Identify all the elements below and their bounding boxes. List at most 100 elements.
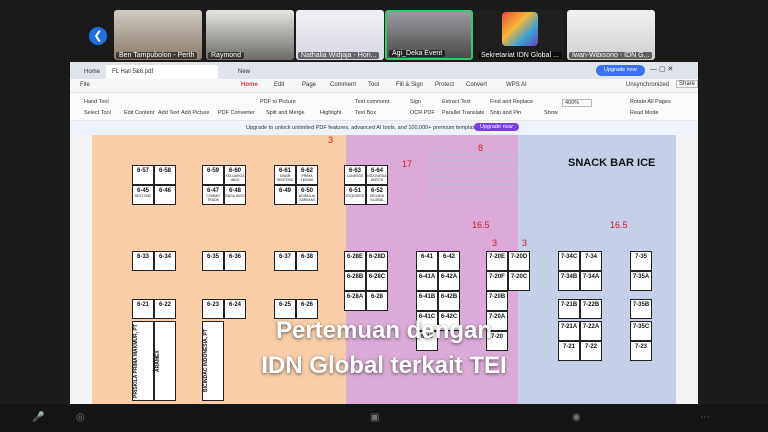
banner-upgrade-button[interactable]: Upgrade now (474, 123, 519, 131)
booth[interactable]: 6-35 (202, 251, 224, 271)
upgrade-button[interactable]: Upgrade now (596, 65, 645, 76)
zoom-select[interactable]: 400% (562, 99, 593, 107)
rotate-pages-button[interactable]: Rotate All Pages (630, 99, 671, 105)
booth[interactable]: 6-23 (202, 299, 224, 319)
booth[interactable]: 6-26 (296, 299, 318, 319)
menu-protect[interactable]: Protect (435, 82, 454, 88)
booth[interactable]: 6-41B (416, 291, 438, 311)
booth[interactable]: 7-20E (486, 251, 508, 271)
booth[interactable]: 6-28B (344, 271, 366, 291)
split-merge-button[interactable]: Split and Merge (266, 110, 305, 116)
booth[interactable]: 7-34A (580, 271, 602, 291)
booth[interactable]: 6-28C (366, 271, 388, 291)
microphone-icon[interactable]: 🎤 (32, 412, 44, 423)
booth[interactable]: 6-50 ADIMULIA SARIMAS (296, 185, 318, 205)
text-box-button[interactable]: Text Box (355, 110, 376, 116)
booth[interactable]: 6-34 (154, 251, 176, 271)
booth[interactable]: 7-35A (630, 271, 652, 291)
add-text-button[interactable]: Add Text (158, 110, 179, 116)
booth[interactable]: 6-64 INDONESIA WATCH (366, 165, 388, 185)
edit-content-button[interactable]: Edit Content (124, 110, 154, 116)
window-controls-icon[interactable]: — ▢ ✕ (650, 65, 673, 73)
add-picture-button[interactable]: Add Picture (181, 110, 209, 116)
booth[interactable]: 6-42 (438, 251, 460, 271)
pdf-converter-button[interactable]: PDF Converter (218, 110, 255, 116)
booth[interactable]: 7-22B (580, 299, 602, 319)
new-tab[interactable]: New (232, 65, 256, 79)
booth[interactable]: 6-28D (366, 251, 388, 271)
participant-tile[interactable]: Agi_Deka Event (385, 10, 473, 60)
booth[interactable]: 6-45 DEXTONE (132, 185, 154, 205)
booth[interactable]: 6-41A (416, 271, 438, 291)
booth[interactable]: 7-35 (630, 251, 652, 271)
participant-tile[interactable]: Sekretariat IDN Global ... (476, 10, 564, 60)
menu-file[interactable]: File (80, 82, 90, 88)
booth[interactable]: 6-49 (274, 185, 296, 205)
booth[interactable]: 6-28A (344, 291, 366, 311)
booth[interactable]: 7-34 (580, 251, 602, 271)
menu-fill-sign[interactable]: Fill & Sign (396, 82, 423, 88)
highlight-button[interactable]: Highlight (320, 110, 341, 116)
booth[interactable]: 7-20F (486, 271, 508, 291)
booth[interactable]: 6-59 (202, 165, 224, 185)
ocr-button[interactable]: OCR PDF (410, 110, 435, 116)
booth[interactable]: 6-28 (366, 291, 388, 311)
booth[interactable]: 7-20B (486, 291, 508, 311)
file-tab[interactable]: FL Hall 5&6.pdf (106, 65, 218, 79)
booth[interactable]: 7-20D (508, 251, 530, 271)
booth[interactable]: 7-21B (558, 299, 580, 319)
booth[interactable]: 6-36 (224, 251, 246, 271)
hand-tool-button[interactable]: Hand Tool (84, 99, 109, 105)
participant-tile[interactable]: Ben Tampubolon - Perth (114, 10, 202, 60)
more-icon[interactable]: ⋯ (700, 412, 710, 423)
booth[interactable]: 6-48 RAGA INDO (224, 185, 246, 205)
home-tab[interactable]: Home (78, 65, 106, 79)
menu-edit[interactable]: Edit (274, 82, 284, 88)
read-mode-button[interactable]: Read Mode (630, 110, 658, 116)
snip-pin-button[interactable]: Snip and Pin (490, 110, 521, 116)
booth[interactable]: 6-51 EXQUISITE (344, 185, 366, 205)
booth[interactable]: 6-46 (154, 185, 176, 205)
booth[interactable]: 6-22 (154, 299, 176, 319)
camera-icon[interactable]: ◎ (76, 412, 85, 423)
pdf-to-picture-button[interactable]: PDF to Picture (260, 99, 296, 105)
menu-comment[interactable]: Comment (330, 82, 356, 88)
booth[interactable]: 6-24 (224, 299, 246, 319)
participant-tile[interactable]: Nathalia Widjaja - Hon... (296, 10, 384, 60)
select-tool-button[interactable]: Select Tool (84, 110, 111, 116)
sign-button[interactable]: Sign (410, 99, 421, 105)
menu-home[interactable]: Home (241, 82, 258, 88)
booth[interactable]: 6-61 SINAR SENTOSA (274, 165, 296, 185)
booth[interactable]: 7-34C (558, 251, 580, 271)
booth[interactable]: 6-60 KELUARGA INDO (224, 165, 246, 185)
text-comment-button[interactable]: Text comment (355, 99, 389, 105)
booth[interactable]: 6-42B (438, 291, 460, 311)
booth[interactable]: 7-20C (508, 271, 530, 291)
booth[interactable]: 6-47 COMMO TRADE (202, 185, 224, 205)
menu-wps-ai[interactable]: WPS AI (506, 82, 527, 88)
booth[interactable]: 6-25 (274, 299, 296, 319)
booth[interactable]: 7-35B (630, 299, 652, 319)
booth[interactable]: 6-52 SEGARA GLOBAL (366, 185, 388, 205)
menu-page[interactable]: Page (302, 82, 316, 88)
booth[interactable]: 6-41 (416, 251, 438, 271)
share-screen-icon[interactable]: ▣ (370, 412, 379, 423)
participant-tile[interactable]: Raymond (206, 10, 294, 60)
booth[interactable]: 6-57 (132, 165, 154, 185)
menu-tool[interactable]: Tool (368, 82, 379, 88)
find-replace-button[interactable]: Find and Replace (490, 99, 533, 105)
booth[interactable]: 6-63 LUNESSE (344, 165, 366, 185)
booth[interactable]: 6-42A (438, 271, 460, 291)
booth[interactable]: 6-62 PRIMA TEKNIK (296, 165, 318, 185)
parallel-translate-button[interactable]: Parallel Translate (442, 110, 485, 116)
share-button[interactable]: Share (676, 80, 698, 88)
back-arrow-icon[interactable]: ❮ (89, 27, 107, 45)
participant-tile[interactable]: Iwan-Wibisono - IDN G... (567, 10, 655, 60)
extract-text-button[interactable]: Extract Text (442, 99, 471, 105)
booth[interactable]: 6-37 (274, 251, 296, 271)
booth[interactable]: 6-38 (296, 251, 318, 271)
booth[interactable]: 6-58 (154, 165, 176, 185)
booth[interactable]: 7-34B (558, 271, 580, 291)
show-button[interactable]: Show (544, 110, 558, 116)
menu-convert[interactable]: Convert (466, 82, 487, 88)
